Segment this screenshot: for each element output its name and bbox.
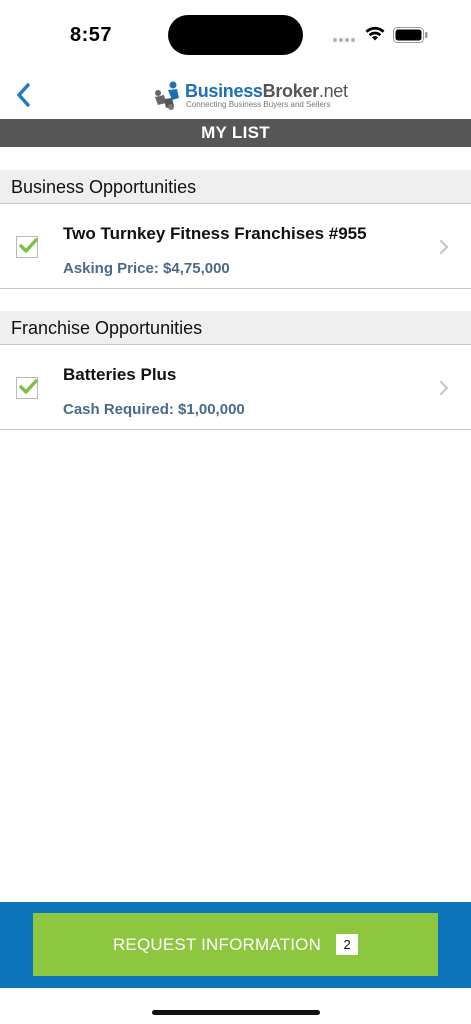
list-item[interactable]: Batteries Plus Cash Required: $1,00,000 [0, 346, 471, 430]
logo: BusinessBroker.net Connecting Business B… [152, 80, 348, 112]
status-bar: 8:57 [0, 0, 471, 70]
request-information-label: REQUEST INFORMATION [112, 934, 322, 954]
home-indicator[interactable] [152, 1010, 320, 1015]
footer-bar: REQUEST INFORMATION 2 [0, 902, 471, 988]
logo-text-business: Business [185, 81, 263, 101]
chevron-right-icon [440, 381, 448, 395]
item-price: Cash Required: $1,00,000 [63, 401, 245, 418]
battery-icon [393, 27, 428, 43]
chevron-right-icon [440, 240, 448, 254]
status-time: 8:57 [70, 24, 113, 46]
item-checkbox[interactable] [16, 236, 38, 258]
back-button[interactable] [8, 78, 38, 112]
nav-bar: BusinessBroker.net Connecting Business B… [0, 70, 471, 120]
page-title: MY LIST [0, 119, 471, 147]
item-title: Two Turnkey Fitness Franchises #955 [63, 224, 367, 243]
chevron-left-icon [17, 83, 30, 107]
request-information-button[interactable]: REQUEST INFORMATION 2 [33, 913, 438, 976]
logo-text-net: .net [318, 81, 348, 101]
checkmark-icon [19, 238, 38, 253]
item-price: Asking Price: $4,75,000 [63, 260, 230, 277]
logo-text-broker: Broker [262, 81, 320, 101]
list-item[interactable]: Two Turnkey Fitness Franchises #955 Aski… [0, 205, 471, 289]
checkmark-icon [19, 379, 38, 394]
dynamic-island [168, 15, 303, 55]
wifi-icon [365, 26, 385, 41]
item-checkbox[interactable] [16, 377, 38, 399]
logo-text: BusinessBroker.net [185, 81, 348, 102]
logo-mark-icon [155, 81, 179, 110]
signal-icon [333, 38, 355, 42]
logo-tagline: Connecting Business Buyers and Sellers [186, 100, 331, 109]
section-header-franchise: Franchise Opportunities [0, 311, 471, 345]
item-title: Batteries Plus [63, 365, 177, 384]
section-header-business: Business Opportunities [0, 170, 471, 204]
request-count-badge: 2 [336, 934, 359, 955]
